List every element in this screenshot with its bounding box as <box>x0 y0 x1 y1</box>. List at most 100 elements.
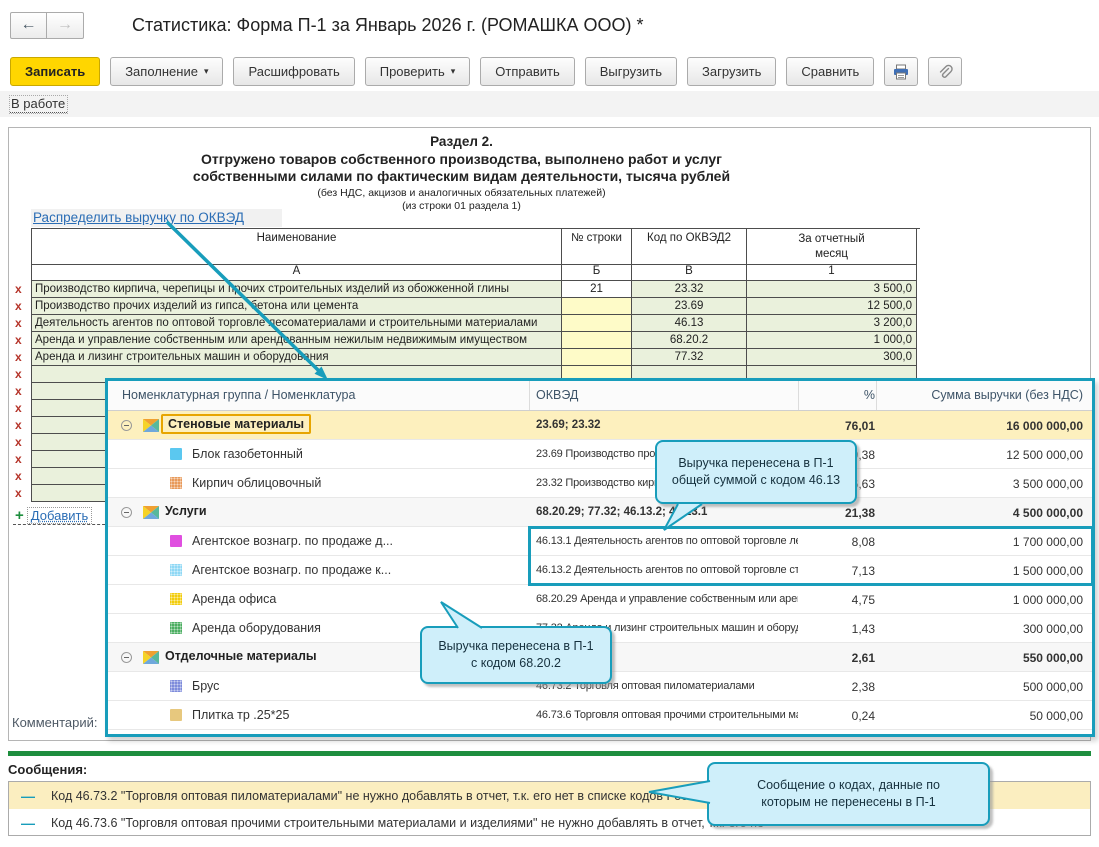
item-name: Агентское вознагр. по продаже к... <box>192 563 391 577</box>
value-cell[interactable]: 3 500,0 <box>747 281 917 298</box>
callout-text: Выручка перенесена в П-1 <box>678 455 833 473</box>
okved-cell[interactable]: 77.32 <box>632 349 747 366</box>
line-number-cell[interactable] <box>562 315 632 332</box>
collapse-icon[interactable] <box>121 420 132 431</box>
okved-cell[interactable]: 68.20.2 <box>632 332 747 349</box>
status-bar: В работе <box>0 91 1099 117</box>
sum-value: 4 500 000,00 <box>878 506 1083 520</box>
item-row[interactable]: Блок газобетонный 23.69 Производство про… <box>108 440 1092 469</box>
group-name: Отделочные материалы <box>165 649 317 663</box>
message-text: Код 46.73.6 "Торговля оптовая прочими ст… <box>51 816 764 830</box>
okved-text: 46.73.6 Торговля оптовая прочими строите… <box>536 709 798 721</box>
delete-row-button[interactable]: x <box>15 435 29 449</box>
percent-value: 76,01 <box>808 419 875 433</box>
message-dash-icon: — <box>21 788 35 804</box>
save-button[interactable]: Записать <box>10 57 100 86</box>
delete-row-button[interactable]: x <box>15 299 29 313</box>
sum-value: 50 000,00 <box>878 709 1083 723</box>
comment-label: Комментарий: <box>12 715 98 730</box>
sum-value: 3 500 000,00 <box>878 477 1083 491</box>
letter-cell: В <box>632 265 747 281</box>
fill-button-label: Заполнение <box>125 64 198 79</box>
sum-value: 500 000,00 <box>878 680 1083 694</box>
delete-row-button[interactable]: x <box>15 401 29 415</box>
check-button[interactable]: Проверить▾ <box>365 57 471 86</box>
unload-button[interactable]: Выгрузить <box>585 57 677 86</box>
section-subtitle-2: собственными силами по фактическим видам… <box>9 168 914 184</box>
group-name: Услуги <box>165 504 207 518</box>
delete-row-button[interactable]: x <box>15 486 29 500</box>
okved-cell[interactable]: 23.69 <box>632 298 747 315</box>
value-cell[interactable]: 1 000,0 <box>747 332 917 349</box>
fill-button[interactable]: Заполнение▾ <box>110 57 223 86</box>
compare-button[interactable]: Сравнить <box>786 57 874 86</box>
delete-row-button[interactable]: x <box>15 316 29 330</box>
check-button-label: Проверить <box>380 64 445 79</box>
splitter[interactable] <box>13 524 110 525</box>
column-divider <box>876 381 877 410</box>
letter-cell: 1 <box>747 265 917 281</box>
delete-row-button[interactable]: x <box>15 469 29 483</box>
load-button[interactable]: Загрузить <box>687 57 776 86</box>
line-number-cell[interactable] <box>562 298 632 315</box>
group-name: Стеновые материалы <box>161 414 311 434</box>
decipher-button[interactable]: Расшифровать <box>233 57 354 86</box>
callout-messages: Сообщение о кодах, данные по которым не … <box>707 762 990 826</box>
add-row-link[interactable]: Добавить <box>28 508 91 523</box>
line-number-cell[interactable] <box>562 349 632 366</box>
delete-row-button[interactable]: x <box>15 418 29 432</box>
section-subtitle-1: Отгружено товаров собственного производс… <box>9 151 914 167</box>
item-name: Аренда оборудования <box>192 621 321 635</box>
delete-row-button[interactable]: x <box>15 384 29 398</box>
collapse-icon[interactable] <box>121 652 132 663</box>
column-divider <box>798 381 799 410</box>
delete-row-button[interactable]: x <box>15 367 29 381</box>
value-cell[interactable]: 12 500,0 <box>747 298 917 315</box>
okved-cell[interactable]: 46.13 <box>632 315 747 332</box>
attach-button[interactable] <box>928 57 962 86</box>
delete-row-button[interactable]: x <box>15 350 29 364</box>
annotation-rect-4613 <box>528 526 1094 586</box>
forward-button[interactable]: → <box>47 12 84 39</box>
item-row[interactable]: Аренда офиса 68.20.29 Аренда и управлени… <box>108 585 1092 614</box>
print-icon <box>893 64 909 80</box>
line-number-cell[interactable] <box>562 332 632 349</box>
group-row[interactable]: Стеновые материалы 23.69; 23.32 76,01 16… <box>108 411 1092 440</box>
nomenclature-group-icon <box>143 506 159 519</box>
nomenclature-item-icon <box>170 477 182 489</box>
callout-text: Сообщение о кодах, данные по <box>757 777 940 795</box>
delete-row-button[interactable]: x <box>15 333 29 347</box>
percent-value: 2,61 <box>808 651 875 665</box>
delete-row-button[interactable]: x <box>15 282 29 296</box>
value-cell[interactable]: 3 200,0 <box>747 315 917 332</box>
sum-value: 1 000 000,00 <box>878 593 1083 607</box>
item-row[interactable]: Плитка тр .25*25 46.73.6 Торговля оптова… <box>108 701 1092 730</box>
group-row[interactable]: Услуги 68.20.29; 77.32; 46.13.2; 46.13.1… <box>108 498 1092 527</box>
sum-value: 16 000 000,00 <box>878 419 1083 433</box>
percent-value: 21,38 <box>808 506 875 520</box>
popup-col-percent: % <box>808 388 875 402</box>
status-link[interactable]: В работе <box>10 96 67 113</box>
back-button[interactable]: ← <box>10 12 47 39</box>
sum-value: 550 000,00 <box>878 651 1083 665</box>
callout-tail <box>436 600 488 630</box>
print-button[interactable] <box>884 57 918 86</box>
delete-row-button[interactable]: x <box>15 452 29 466</box>
okved-text: 68.20.29 Аренда и управление собственным… <box>536 593 798 605</box>
messages-label: Сообщения: <box>8 762 87 777</box>
item-name: Блок газобетонный <box>192 447 303 461</box>
line-number-cell[interactable]: 21 <box>562 281 632 298</box>
send-button[interactable]: Отправить <box>480 57 574 86</box>
callout-text: общей суммой с кодом 46.13 <box>672 472 840 490</box>
page-title: Статистика: Форма П-1 за Январь 2026 г. … <box>132 15 644 36</box>
value-cell[interactable]: 300,0 <box>747 349 917 366</box>
sum-value: 300 000,00 <box>878 622 1083 636</box>
item-row[interactable]: Кирпич облицовочный 23.32 Производство к… <box>108 469 1092 498</box>
callout-revenue-4613: Выручка перенесена в П-1 общей суммой с … <box>655 440 857 504</box>
item-name: Плитка тр .25*25 <box>192 708 289 722</box>
okved-cell[interactable]: 23.32 <box>632 281 747 298</box>
collapse-icon[interactable] <box>121 507 132 518</box>
callout-tail <box>660 502 708 532</box>
item-name: Аренда офиса <box>192 592 276 606</box>
message-dash-icon: — <box>21 815 35 831</box>
